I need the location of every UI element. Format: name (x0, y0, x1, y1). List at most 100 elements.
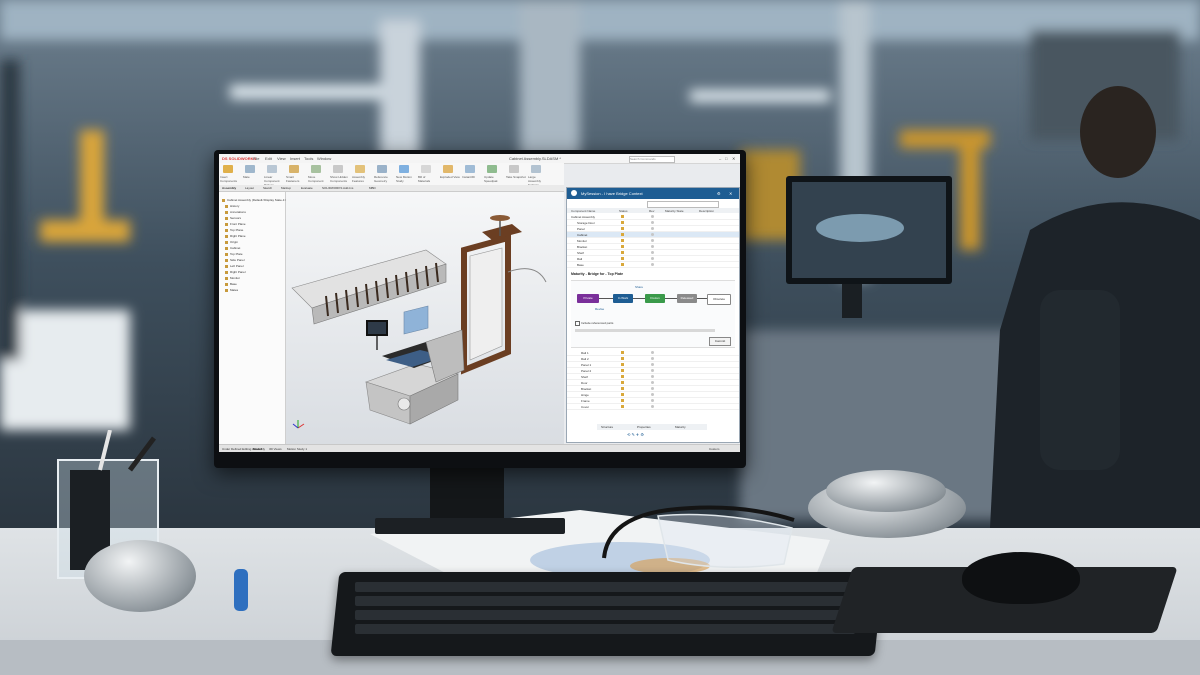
motion-study-icon[interactable] (399, 165, 409, 173)
settings-icon[interactable]: ⚙ (717, 191, 721, 196)
folder-icon (621, 245, 624, 248)
ribbon-label: Instant3D (462, 175, 475, 179)
pattern-icon[interactable] (267, 165, 277, 173)
ribbon-label: Move Component (308, 175, 324, 183)
panel-tab-properties[interactable]: Properties (637, 425, 651, 429)
tab-3d-views[interactable]: 3D Views (269, 447, 282, 451)
speedpak-icon[interactable] (487, 165, 497, 173)
tree-item[interactable]: Cabinet (225, 246, 240, 251)
insert-components-icon[interactable] (223, 165, 233, 173)
tree-item[interactable]: Top Plate (225, 252, 243, 257)
tab-layout[interactable]: Layout (245, 186, 254, 190)
state-obsolete[interactable]: Obsolete (707, 294, 731, 305)
instant3d-icon[interactable] (465, 165, 475, 173)
flow-title: Maturity - Bridge for - Top Plate (571, 272, 624, 276)
tab-model[interactable]: Model (253, 447, 262, 451)
checkbox[interactable] (575, 321, 580, 326)
panel-tabs: Structure Properties Maturity (597, 424, 707, 430)
panel-tab-structure[interactable]: Structure (601, 425, 613, 429)
menu-view[interactable]: View (277, 156, 286, 161)
commit-button[interactable]: Commit (709, 337, 731, 346)
table-row[interactable]: Cover (567, 404, 739, 410)
large-assembly-icon[interactable] (531, 165, 541, 173)
tree-item[interactable]: Sensors (225, 216, 241, 221)
panel-toolbar-icons[interactable]: ⟲ ✎ ✈ ⚙ (627, 432, 644, 437)
tree-item[interactable]: Annotations (225, 210, 246, 215)
minimize-icon[interactable]: – (719, 156, 721, 161)
tree-item[interactable]: Top Plane (225, 228, 243, 233)
tree-item[interactable]: Base (225, 282, 237, 287)
tree-item[interactable]: Mates (225, 288, 238, 293)
menu-window[interactable]: Window (317, 156, 331, 161)
cabinet-assembly-model[interactable] (286, 192, 564, 444)
menu-file[interactable]: File (253, 156, 259, 161)
state-private[interactable]: Private (577, 294, 599, 303)
tab-motion-study[interactable]: Motion Study 1 (287, 447, 307, 451)
panel-search-input[interactable] (647, 201, 719, 208)
menu-insert[interactable]: Insert (290, 156, 300, 161)
folder-icon (621, 215, 624, 218)
menu-edit[interactable]: Edit (265, 156, 272, 161)
tab-markup[interactable]: Markup (281, 186, 291, 190)
tree-root[interactable]: Cabinet Assembly (Default<Display State-… (222, 198, 287, 203)
panel-close-icon[interactable]: ✕ (729, 191, 732, 196)
maturity-icon (651, 215, 654, 218)
bom-icon[interactable] (421, 165, 431, 173)
col-header[interactable]: Status (619, 209, 628, 213)
tree-item[interactable]: Side Panel (225, 258, 245, 263)
menu-tools[interactable]: Tools (304, 156, 313, 161)
col-header[interactable]: Component Name (571, 209, 595, 213)
show-hidden-icon[interactable] (333, 165, 343, 173)
status-bar: Under Defined Editing Assembly Model 3D … (219, 444, 740, 452)
state-in-work[interactable]: In Work (613, 294, 633, 303)
exploded-view-icon[interactable] (443, 165, 453, 173)
flow-scrollbar[interactable] (575, 329, 715, 332)
maturity-icon (651, 393, 654, 396)
usb-stick (234, 569, 248, 611)
folder-icon (621, 405, 624, 408)
ribbon-label: Update Speedpak (484, 175, 498, 183)
tree-item[interactable]: Origin (225, 240, 238, 245)
close-icon[interactable]: ✕ (732, 156, 735, 161)
tab-evaluate[interactable]: Evaluate (301, 186, 313, 190)
feature-tree: Cabinet Assembly (Default<Display State-… (219, 192, 287, 444)
flow-link-label[interactable]: Share (635, 285, 643, 289)
tree-item[interactable]: Monitor (225, 276, 240, 281)
tab-assembly[interactable]: Assembly (222, 186, 236, 190)
tree-item[interactable]: Right Panel (225, 270, 246, 275)
fastener-icon[interactable] (289, 165, 299, 173)
status-custom: Custom (709, 447, 720, 451)
tree-item[interactable]: Right Plane (225, 234, 246, 239)
col-header[interactable]: Maturity State (665, 209, 684, 213)
move-component-icon[interactable] (311, 165, 321, 173)
tree-item[interactable]: Front Plane (225, 222, 246, 227)
folder-icon (621, 351, 624, 354)
tree-item[interactable]: History (225, 204, 239, 209)
flow-link-label[interactable]: Revise (595, 307, 604, 311)
snapshot-icon[interactable] (509, 165, 519, 173)
tab-addins[interactable]: SOLIDWORKS Add-Ins (322, 186, 353, 190)
ribbon-label: New Motion Study (396, 175, 412, 183)
table-row[interactable]: Base (567, 262, 739, 268)
tab-mbd[interactable]: MBD (369, 186, 376, 190)
compass-icon[interactable] (571, 190, 577, 196)
metal-flange-top (826, 470, 946, 512)
tab-sketch[interactable]: Sketch (263, 186, 272, 190)
graphics-viewport[interactable] (286, 192, 564, 444)
command-search-input[interactable]: Search Commands (629, 156, 675, 163)
mate-icon[interactable] (245, 165, 255, 173)
app-logo[interactable]: DS SOLIDWORKS (222, 156, 256, 161)
maturity-flow-diagram: Private In Work Frozen Released Obsolete… (571, 280, 735, 348)
assembly-features-icon[interactable] (355, 165, 365, 173)
folder-icon (621, 357, 624, 360)
col-header[interactable]: Description (699, 209, 714, 213)
folder-icon (621, 375, 624, 378)
state-frozen[interactable]: Frozen (645, 294, 665, 303)
reference-geometry-icon[interactable] (377, 165, 387, 173)
panel-tab-maturity[interactable]: Maturity (675, 425, 686, 429)
state-released[interactable]: Released (677, 294, 697, 303)
col-header[interactable]: Rev (649, 209, 654, 213)
flow-edge (633, 298, 645, 299)
tree-item[interactable]: Left Panel (225, 264, 244, 269)
maximize-icon[interactable]: □ (725, 156, 727, 161)
